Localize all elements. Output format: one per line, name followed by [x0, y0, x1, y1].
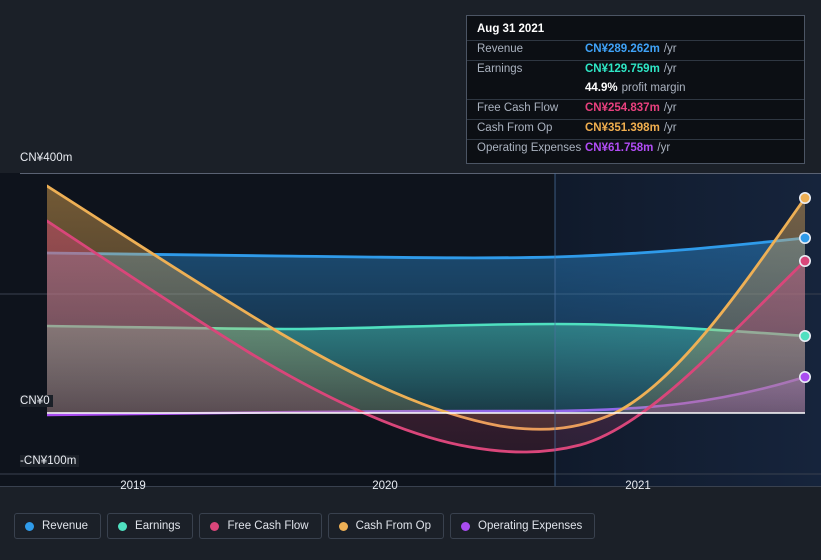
- endpoint-operating-expenses: [798, 371, 811, 384]
- legend-dot-operating-expenses-icon: [461, 521, 471, 531]
- tooltip-value-cash-from-op: CN¥351.398m: [585, 122, 660, 134]
- endpoint-earnings: [798, 330, 811, 343]
- tooltip-label-operating-expenses: Operating Expenses: [477, 142, 582, 154]
- legend-dot-free-cash-flow-icon: [210, 521, 220, 531]
- tooltip-row-revenue: Revenue CN¥289.262m /yr: [467, 40, 804, 60]
- financial-area-chart: [0, 173, 821, 487]
- legend-item-free-cash-flow[interactable]: Free Cash Flow: [199, 513, 322, 539]
- tooltip-value-operating-expenses: CN¥61.758m: [585, 142, 654, 154]
- tooltip-value-profit-margin: 44.9%: [585, 82, 618, 94]
- tooltip-row-operating-expenses: Operating Expenses CN¥61.758m /yr: [467, 139, 804, 159]
- tooltip-label-revenue: Revenue: [477, 43, 524, 55]
- x-axis-label-2019: 2019: [120, 480, 146, 492]
- tooltip-row-free-cash-flow: Free Cash Flow CN¥254.837m /yr: [467, 99, 804, 119]
- legend-item-operating-expenses[interactable]: Operating Expenses: [450, 513, 596, 539]
- endpoint-cash-from-op: [798, 191, 811, 204]
- endpoint-free-cash-flow: [798, 255, 811, 268]
- y-axis-label-400m: CN¥400m: [20, 152, 76, 164]
- tooltip-unit-cash-from-op: /yr: [663, 122, 677, 134]
- chart-legend: Revenue Earnings Free Cash Flow Cash Fro…: [14, 513, 596, 539]
- legend-item-cash-from-op[interactable]: Cash From Op: [327, 513, 445, 539]
- tooltip-label-earnings: Earnings: [477, 63, 523, 75]
- tooltip-unit-free-cash-flow: /yr: [663, 102, 677, 114]
- tooltip-row-profit-margin: 44.9% profit margin: [467, 80, 804, 99]
- legend-dot-revenue-icon: [25, 521, 34, 531]
- y-axis-label-zero: CN¥0: [20, 395, 53, 407]
- tooltip-label-cash-from-op: Cash From Op: [477, 122, 553, 134]
- tooltip-row-earnings: Earnings CN¥129.759m /yr: [467, 60, 804, 80]
- tooltip-value-earnings: CN¥129.759m: [585, 63, 660, 75]
- chart-tooltip: Aug 31 2021 Revenue CN¥289.262m /yr Earn…: [466, 15, 805, 164]
- tooltip-date: Aug 31 2021: [477, 23, 545, 35]
- tooltip-unit-earnings: /yr: [663, 63, 677, 75]
- endpoint-revenue: [798, 231, 811, 244]
- legend-dot-cash-from-op-icon: [338, 521, 348, 531]
- legend-label-earnings: Earnings: [135, 520, 181, 532]
- tooltip-text-profit-margin: profit margin: [621, 82, 686, 94]
- tooltip-unit-operating-expenses: /yr: [657, 142, 671, 154]
- legend-item-revenue[interactable]: Revenue: [14, 513, 102, 539]
- y-axis-label-neg100m: -CN¥100m: [20, 455, 80, 467]
- tooltip-label-free-cash-flow: Free Cash Flow: [477, 102, 559, 114]
- tooltip-row-cash-from-op: Cash From Op CN¥351.398m /yr: [467, 119, 804, 139]
- legend-label-cash-from-op: Cash From Op: [355, 520, 432, 532]
- chart-plot-area[interactable]: [0, 173, 821, 488]
- legend-item-earnings[interactable]: Earnings: [107, 513, 194, 539]
- tooltip-value-revenue: CN¥289.262m: [585, 43, 660, 55]
- legend-dot-earnings-icon: [118, 521, 128, 531]
- tooltip-unit-revenue: /yr: [663, 43, 677, 55]
- legend-label-free-cash-flow: Free Cash Flow: [227, 520, 309, 532]
- legend-label-revenue: Revenue: [42, 520, 89, 532]
- legend-label-operating-expenses: Operating Expenses: [478, 520, 583, 532]
- x-axis-label-2020: 2020: [372, 480, 398, 492]
- x-axis-label-2021: 2021: [625, 480, 651, 492]
- tooltip-value-free-cash-flow: CN¥254.837m: [585, 102, 660, 114]
